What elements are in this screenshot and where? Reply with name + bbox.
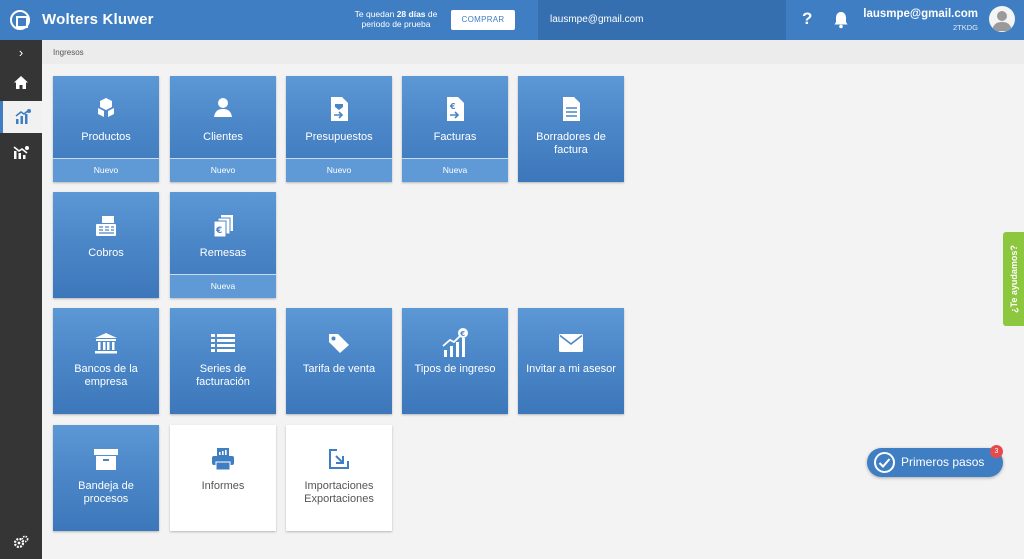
user-email[interactable]: lausmpe@gmail.com — [863, 8, 978, 20]
breadcrumb: Ingresos — [53, 48, 84, 57]
tile-tarifa[interactable]: Tarifa de venta — [286, 308, 392, 414]
chevron-right-icon: › — [18, 44, 24, 60]
tile-label: Facturas — [433, 131, 477, 143]
quote-doc-icon — [331, 97, 348, 121]
home-icon — [14, 75, 28, 89]
tile-label: Borradores de factura — [536, 131, 606, 156]
tile-label: Clientes — [203, 131, 243, 143]
tile-series[interactable]: Series de facturación — [170, 308, 276, 414]
wolters-kluwer-logo-icon — [10, 10, 30, 30]
envelope-icon — [559, 334, 583, 352]
trial-prefix: Te quedan — [354, 9, 397, 19]
draft-doc-icon — [563, 97, 580, 121]
sidebar-toggle[interactable]: › — [0, 40, 42, 64]
sidebar-item-settings[interactable] — [0, 530, 42, 554]
tile-footer[interactable]: Nuevo — [53, 158, 159, 182]
tile-label: Cobros — [88, 247, 124, 259]
cash-register-icon — [96, 216, 116, 236]
tag-icon — [329, 334, 349, 353]
euro-stack-icon: € — [213, 215, 233, 238]
tile-label: Bancos de la empresa — [74, 363, 138, 388]
bell-icon[interactable] — [833, 11, 849, 29]
tile-label: Tipos de ingreso — [414, 363, 496, 375]
help-icon[interactable]: ? — [802, 9, 812, 29]
trial-line2: periodo de prueba — [361, 19, 431, 29]
sidebar-item-ingresos[interactable] — [0, 101, 42, 133]
tile-label: Productos — [81, 131, 131, 143]
help-tab[interactable]: ¿Te ayudamos? — [1003, 232, 1024, 326]
sidebar: › — [0, 40, 42, 559]
trial-days: 28 días — [396, 9, 426, 19]
bank-icon — [95, 333, 117, 354]
tile-invitar-asesor[interactable]: Invitar a mi asesor — [518, 308, 624, 414]
tile-bancos[interactable]: Bancos de la empresa — [53, 308, 159, 414]
help-tab-label: ¿Te ayudamos? — [1008, 245, 1019, 313]
tile-label: Importaciones Exportaciones — [304, 480, 374, 505]
tile-label: Bandeja de procesos — [78, 480, 134, 505]
tile-cobros[interactable]: Cobros — [53, 192, 159, 298]
first-steps-button[interactable]: Primeros pasos — [867, 448, 1003, 477]
tile-label: Remesas — [199, 247, 247, 259]
expense-chart-icon — [13, 146, 29, 159]
boxes-icon — [98, 98, 114, 117]
list-icon — [211, 334, 235, 352]
sidebar-item-gastos[interactable] — [0, 137, 42, 167]
tile-label: Series de facturación — [196, 363, 250, 388]
breadcrumb-bar — [42, 40, 1024, 64]
tile-footer[interactable]: Nuevo — [170, 158, 276, 182]
tile-label: Informes — [201, 480, 245, 492]
tile-informes[interactable]: Informes — [170, 425, 276, 531]
tile-label: Invitar a mi asesor — [526, 363, 616, 375]
trial-notice: Te quedan 28 días de periodo de prueba — [350, 9, 442, 29]
printer-icon — [212, 448, 234, 471]
tile-facturas[interactable]: € Facturas Nueva — [402, 76, 508, 182]
svg-text:€: € — [215, 226, 222, 236]
tile-tipos-ingreso[interactable]: € Tipos de ingreso — [402, 308, 508, 414]
brand-name: Wolters Kluwer — [42, 11, 154, 28]
sidebar-item-home[interactable] — [0, 67, 42, 97]
first-steps-badge: 3 — [990, 445, 1003, 458]
user-icon — [214, 98, 232, 117]
tile-importaciones[interactable]: Importaciones Exportaciones — [286, 425, 392, 531]
tile-bandeja-procesos[interactable]: Bandeja de procesos — [53, 425, 159, 531]
tile-presupuestos[interactable]: Presupuestos Nuevo — [286, 76, 392, 182]
gears-icon — [13, 535, 29, 549]
tile-borradores[interactable]: Borradores de factura — [518, 76, 624, 182]
avatar[interactable] — [989, 6, 1015, 32]
import-arrow-icon — [329, 449, 349, 469]
tile-footer[interactable]: Nueva — [402, 158, 508, 182]
tile-productos[interactable]: Productos Nuevo — [53, 76, 159, 182]
trial-suffix: de — [425, 9, 438, 19]
buy-button[interactable]: COMPRAR — [451, 10, 515, 30]
archive-box-icon — [94, 449, 118, 470]
tile-clientes[interactable]: Clientes Nuevo — [170, 76, 276, 182]
first-steps-label: Primeros pasos — [901, 455, 985, 469]
tile-label: Tarifa de venta — [302, 363, 376, 375]
tile-footer[interactable]: Nuevo — [286, 158, 392, 182]
tile-remesas[interactable]: € Remesas Nueva — [170, 192, 276, 298]
top-bar: Wolters Kluwer Te quedan 28 días de peri… — [0, 0, 1024, 40]
growth-euro-icon: € — [442, 328, 468, 357]
svg-text:€: € — [459, 330, 465, 338]
user-avatar-icon — [992, 11, 1012, 31]
invoice-doc-icon: € — [447, 97, 464, 121]
tile-label: Presupuestos — [305, 131, 373, 143]
tile-footer[interactable]: Nueva — [170, 274, 276, 298]
company-email[interactable]: lausmpe@gmail.com — [550, 14, 644, 25]
check-circle-icon — [874, 452, 895, 473]
income-chart-icon — [15, 109, 31, 124]
svg-text:€: € — [449, 102, 456, 111]
user-code: 2TKDG — [952, 23, 978, 32]
